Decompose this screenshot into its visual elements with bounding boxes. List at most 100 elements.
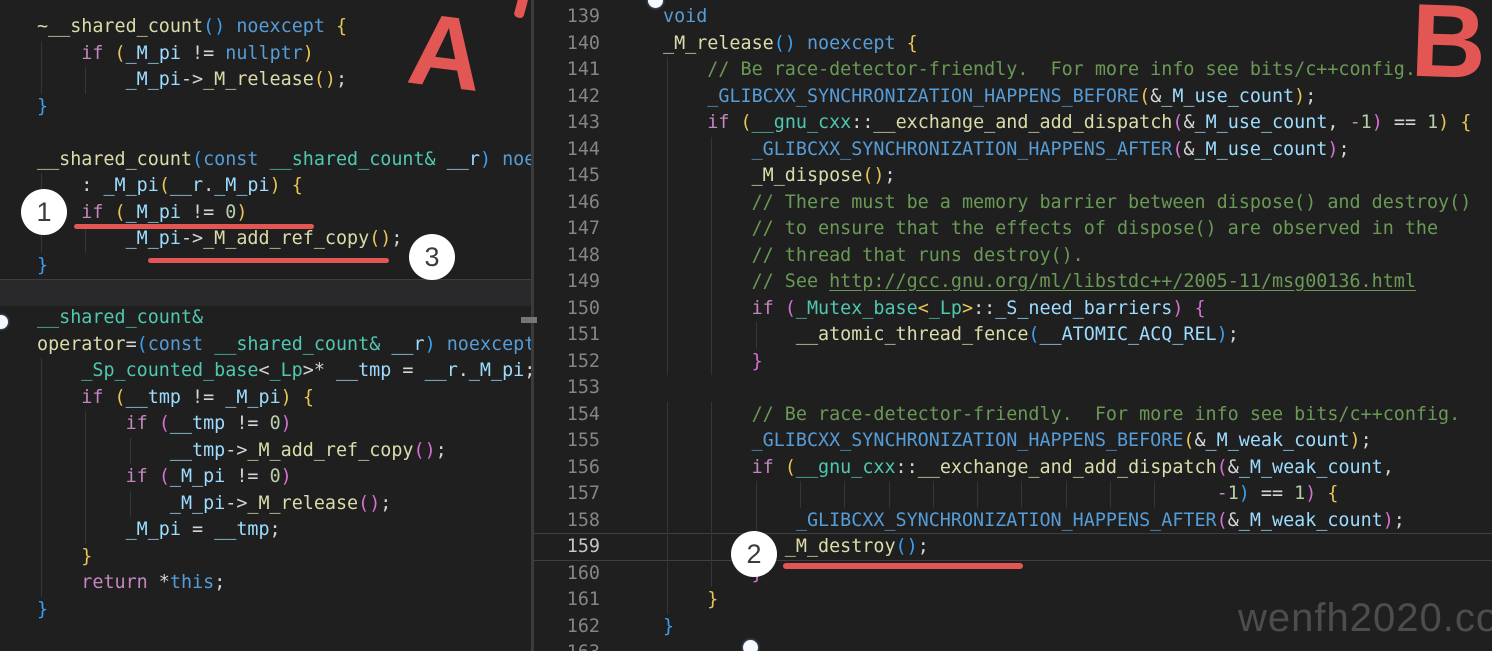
code-line[interactable]: if (__gnu_cxx::__exchange_and_add_dispat…	[663, 455, 1492, 482]
code-line[interactable]: if (__tmp != _M_pi) {	[0, 385, 531, 412]
line-number[interactable]: 148	[534, 243, 600, 270]
code-line[interactable]: // to ensure that the effects of dispose…	[663, 216, 1492, 243]
indent-guide	[667, 57, 668, 84]
indent-guide	[711, 216, 712, 243]
indent-guide	[667, 402, 668, 429]
code-line[interactable]: if (__gnu_cxx::__exchange_and_add_dispat…	[663, 110, 1492, 137]
line-number[interactable]: 159	[534, 534, 600, 561]
indent-guide	[41, 411, 42, 438]
code-line[interactable]: __atomic_thread_fence(__ATOMIC_ACQ_REL);	[663, 322, 1492, 349]
indent-guide	[667, 428, 668, 455]
line-number[interactable]: 158	[534, 508, 600, 535]
line-number[interactable]: 150	[534, 296, 600, 323]
code-line[interactable]: _M_destroy();	[663, 534, 1492, 561]
line-number[interactable]: 160	[534, 561, 600, 588]
indent-guide	[85, 438, 86, 465]
indent-guide	[711, 137, 712, 164]
editor-pane-right: 1391401411421431441451461471481491501511…	[534, 0, 1492, 651]
annotation-circle-3: 3	[409, 234, 455, 280]
indent-guide	[41, 464, 42, 491]
indent-guide	[130, 438, 131, 465]
code-line[interactable]: if (_M_pi != 0)	[0, 464, 531, 491]
code-line[interactable]: if (_M_pi != 0)	[0, 200, 531, 227]
line-number[interactable]: 163	[534, 640, 600, 651]
code-line[interactable]: _M_pi->_M_release();	[0, 491, 531, 518]
code-line[interactable]: void	[663, 4, 1492, 31]
line-number[interactable]: 147	[534, 216, 600, 243]
line-number[interactable]: 139	[534, 4, 600, 31]
indent-guide	[41, 491, 42, 518]
indent-guide	[711, 322, 712, 349]
minimap-marker	[521, 317, 537, 323]
code-line[interactable]: }	[663, 349, 1492, 376]
annotation-circle-2: 2	[731, 531, 777, 577]
indent-guide	[41, 570, 42, 597]
indent-guide	[667, 534, 668, 561]
indent-guide	[756, 322, 757, 349]
code-line[interactable]: __shared_count(const __shared_count& __r…	[0, 147, 531, 174]
code-line[interactable]: _M_release() noexcept {	[663, 31, 1492, 58]
line-number[interactable]: 161	[534, 587, 600, 614]
code-line[interactable]	[663, 640, 1492, 651]
line-number[interactable]: 152	[534, 349, 600, 376]
code-line[interactable]: _GLIBCXX_SYNCHRONIZATION_HAPPENS_BEFORE(…	[663, 428, 1492, 455]
indent-guide	[1154, 481, 1155, 508]
indent-guide	[711, 561, 712, 588]
code-line[interactable]: if (__tmp != 0)	[0, 411, 531, 438]
indent-guide	[667, 587, 668, 614]
line-number[interactable]: 149	[534, 269, 600, 296]
line-number[interactable]: 162	[534, 614, 600, 641]
line-number[interactable]: 144	[534, 137, 600, 164]
code-line[interactable]: _GLIBCXX_SYNCHRONIZATION_HAPPENS_AFTER(&…	[663, 508, 1492, 535]
line-number[interactable]: 153	[534, 375, 600, 402]
line-number[interactable]: 156	[534, 455, 600, 482]
code-line[interactable]	[663, 375, 1492, 402]
code-line[interactable]: // There must be a memory barrier betwee…	[663, 190, 1492, 217]
indent-guide	[667, 269, 668, 296]
code-line[interactable]: _M_pi = __tmp;	[0, 517, 531, 544]
code-line[interactable]: // See http://gcc.gnu.org/ml/libstdc++/2…	[663, 269, 1492, 296]
code-line[interactable]: _GLIBCXX_SYNCHRONIZATION_HAPPENS_BEFORE(…	[663, 84, 1492, 111]
code-line[interactable]: operator=(const __shared_count& __r) noe…	[0, 332, 531, 359]
indent-guide	[85, 464, 86, 491]
code-line[interactable]: return *this;	[0, 570, 531, 597]
code-line[interactable]: if (_Mutex_base<_Lp>::_S_need_barriers) …	[663, 296, 1492, 323]
indent-guide	[711, 349, 712, 376]
line-number[interactable]: 151	[534, 322, 600, 349]
watermark: wenfh2020.com	[1238, 596, 1492, 641]
annotation-underline	[148, 258, 389, 263]
line-number[interactable]: 145	[534, 163, 600, 190]
indent-guide	[667, 561, 668, 588]
line-number[interactable]: 146	[534, 190, 600, 217]
indent-guide	[711, 455, 712, 482]
line-number-gutter: 1391401411421431441451461471481491501511…	[534, 4, 600, 651]
line-number[interactable]: 157	[534, 481, 600, 508]
indent-guide	[711, 508, 712, 535]
indent-guide	[667, 216, 668, 243]
indent-guide	[756, 508, 757, 535]
code-line[interactable]: _GLIBCXX_SYNCHRONIZATION_HAPPENS_AFTER(&…	[663, 137, 1492, 164]
indent-guide	[844, 481, 845, 508]
code-line[interactable]	[0, 120, 531, 147]
code-editor-window: ~__shared_count() noexcept { if (_M_pi !…	[0, 0, 1492, 651]
line-number[interactable]: 143	[534, 110, 600, 137]
line-number[interactable]: 140	[534, 31, 600, 58]
code-line[interactable]: }	[0, 544, 531, 571]
code-line[interactable]: // Be race-detector-friendly. For more i…	[663, 402, 1492, 429]
line-number[interactable]: 142	[534, 84, 600, 111]
code-line[interactable]: _M_dispose();	[663, 163, 1492, 190]
code-line[interactable]: -1) == 1) {	[663, 481, 1492, 508]
code-line[interactable]: __tmp->_M_add_ref_copy();	[0, 438, 531, 465]
code-line[interactable]: : _M_pi(__r._M_pi) {	[0, 173, 531, 200]
code-line[interactable]: // thread that runs destroy().	[663, 243, 1492, 270]
code-line[interactable]: // Be race-detector-friendly. For more i…	[663, 57, 1492, 84]
line-number[interactable]: 141	[534, 57, 600, 84]
code-line[interactable]: __shared_count&	[0, 305, 531, 332]
code-line[interactable]: _Sp_counted_base<_Lp>* __tmp = __r._M_pi…	[0, 358, 531, 385]
indent-guide	[667, 190, 668, 217]
indent-guide	[85, 67, 86, 94]
code-block-m-release: void_M_release() noexcept { // Be race-d…	[663, 4, 1492, 651]
code-line[interactable]: }	[0, 597, 531, 624]
line-number[interactable]: 155	[534, 428, 600, 455]
line-number[interactable]: 154	[534, 402, 600, 429]
